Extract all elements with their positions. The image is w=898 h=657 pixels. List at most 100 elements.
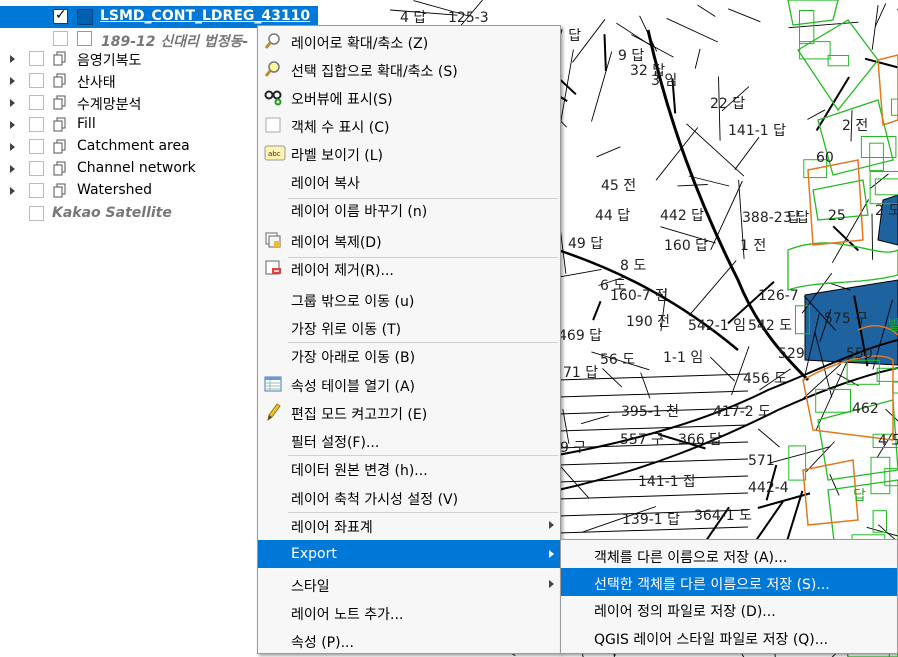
menu-item-label: 레이어 좌표계 (291, 520, 373, 536)
expand-arrow-icon[interactable] (10, 165, 15, 173)
menu-separator (288, 342, 558, 343)
expand-arrow-icon[interactable] (10, 99, 15, 107)
parcel-boundary-line (734, 136, 760, 171)
save-as-qgis-style-item[interactable]: QGIS 레이어 스타일 파일로 저장 (Q)... (561, 623, 897, 651)
map-parcel-label: 60 (816, 150, 834, 166)
parcel-boundary-line (559, 49, 574, 127)
layer-group-label: 음영기복도 (77, 53, 142, 69)
menu-item-label: 그룹 밖으로 이동 (u) (291, 294, 415, 310)
map-parcel-label: 395-1 천 (621, 404, 679, 420)
menu-item-label: 선택 집합으로 확대/축소 (S) (291, 64, 458, 80)
map-parcel-label: 557 구 (620, 432, 664, 448)
parcel-boundary-line (557, 424, 749, 432)
styles-item[interactable]: 스타일 (258, 570, 560, 598)
set-filter-item[interactable]: 필터 설정(F)... (258, 426, 560, 454)
parcel-boundary-line (666, 17, 718, 43)
layer-context-menu: 레이어로 확대/축소 (Z) 선택 집합으로 확대/축소 (S) 오버뷰에 표시(S… (257, 25, 561, 654)
map-parcel-label: 1-1 임 (663, 350, 703, 366)
map-parcel-label: 160-7 전 (610, 288, 668, 304)
layer-crs-item[interactable]: 레이어 좌표계 (258, 511, 560, 539)
open-attribute-table-item[interactable]: 속성 테이블 열기 (A) (258, 370, 560, 398)
layer-label-selected: LSMD_CONT_LDREG_43110 (100, 8, 311, 24)
map-parcel-label: 190 전 (626, 314, 670, 330)
layer-visibility-checkbox[interactable] (29, 206, 44, 221)
map-parcel-label: 442-4 (748, 480, 789, 496)
add-layer-notes-item[interactable]: 레이어 노트 추가... (258, 598, 560, 626)
zoom-to-layer-icon (264, 32, 282, 50)
map-parcel-label: 571 (748, 453, 775, 469)
show-feature-count-item[interactable]: 객체 수 표시 (C) (258, 111, 560, 139)
show-in-overview-item[interactable]: 오버뷰에 표시(S) (258, 83, 560, 111)
green-parcel-polygon (870, 456, 891, 495)
expand-arrow-icon[interactable] (10, 121, 15, 129)
copy-layer-item[interactable]: 레이어 복사 (258, 167, 560, 195)
layer-visibility-checkbox[interactable] (53, 7, 68, 24)
menu-item-label: 레이어 복제(D) (291, 235, 382, 251)
duplicate-layer-item[interactable]: 레이어 복제(D) (258, 226, 560, 254)
move-to-bottom-item[interactable]: 가장 아래로 이동 (B) (258, 341, 560, 369)
remove-layer-item[interactable]: 레이어 제거(R)... (258, 254, 560, 282)
set-scale-visibility-item[interactable]: 레이어 축척 가시성 설정 (V) (258, 483, 560, 511)
menu-item-label: Export (291, 546, 337, 562)
map-parcel-label: 71 답 (563, 365, 598, 381)
submenu-item-label: 객체를 다른 이름으로 저장 (A)... (594, 550, 788, 566)
expand-arrow-icon[interactable] (10, 77, 15, 85)
map-parcel-label: 25 (828, 208, 846, 224)
map-parcel-label: 529 (778, 346, 805, 362)
move-to-top-item[interactable]: 가장 위로 이동 (T) (258, 313, 560, 341)
map-parcel-label: 139-1 답 (622, 512, 680, 528)
submenu-item-label: 선택한 객체를 다른 이름으로 저장 (S)... (594, 577, 830, 593)
parcel-boundary-line (688, 260, 737, 316)
expand-arrow-icon[interactable] (10, 55, 15, 63)
map-parcel-label: 141-1 잡 (638, 474, 696, 490)
group-visibility-checkbox[interactable] (29, 161, 44, 176)
group-visibility-checkbox[interactable] (29, 73, 44, 88)
save-as-layer-definition-item[interactable]: 레이어 정의 파일로 저장 (D)... (561, 595, 897, 623)
menu-separator (288, 257, 558, 258)
rename-layer-item[interactable]: 레이어 이름 바꾸기 (n) (258, 195, 560, 223)
layer-group-icon (53, 95, 66, 110)
map-parcel-label: 469 답 (558, 328, 602, 344)
parcel-boundary-line (871, 5, 879, 50)
menu-item-label: 라벨 보이기 (L) (291, 148, 384, 164)
layer-group-icon (53, 183, 66, 198)
map-parcel-label: 44 답 (595, 208, 630, 224)
toggle-editing-item[interactable]: 편집 모드 켜고끄기 (E) (258, 398, 560, 426)
expand-arrow-icon[interactable] (10, 187, 15, 195)
map-parcel-label: 542 도 (748, 318, 792, 334)
expand-arrow-icon[interactable] (10, 143, 15, 151)
parcel-boundary-line (871, 213, 874, 260)
layer-label-basemap: Kakao Satellite (52, 205, 172, 221)
duplicate-layer-icon (264, 231, 282, 249)
submenu-item-label: 레이어 정의 파일로 저장 (D)... (594, 604, 776, 620)
group-visibility-checkbox[interactable] (29, 139, 44, 154)
properties-item[interactable]: 속성 (P)... (258, 626, 560, 654)
change-data-source-item[interactable]: 데이터 원본 변경 (h)... (258, 454, 560, 482)
map-parcel-label: 1 전 (740, 238, 766, 254)
group-visibility-checkbox[interactable] (29, 117, 44, 132)
attribute-table-icon (264, 375, 282, 393)
svg-text:abc: abc (268, 150, 281, 158)
group-visibility-checkbox[interactable] (29, 95, 44, 110)
parcel-boundary-line (677, 184, 708, 187)
layer-group-icon (53, 139, 66, 154)
zoom-to-selection-item[interactable]: 선택 집합으로 확대/축소 (S) (258, 55, 560, 83)
map-parcel-label: 3 임 (651, 73, 677, 89)
parcel-boundary-line (757, 428, 780, 448)
save-features-as-item[interactable]: 객체를 다른 이름으로 저장 (A)... (561, 541, 897, 569)
zoom-to-layer-item[interactable]: 레이어로 확대/축소 (Z) (258, 27, 560, 55)
export-item[interactable]: Export (258, 540, 560, 568)
show-labels-item[interactable]: abc 라벨 보이기 (L) (258, 139, 560, 167)
layer-group-icon (53, 51, 66, 66)
polygon-symbol-icon (77, 31, 92, 46)
group-visibility-checkbox[interactable] (29, 183, 44, 198)
parcel-boundary-line (864, 57, 898, 69)
group-visibility-checkbox[interactable] (29, 51, 44, 66)
move-out-of-group-item[interactable]: 그룹 밖으로 이동 (u) (258, 285, 560, 313)
save-selected-features-as-item[interactable]: 선택한 객체를 다른 이름으로 저장 (S)... (561, 568, 897, 596)
menu-item-label: 속성 테이블 열기 (A) (291, 379, 416, 395)
map-parcel-label: 8 도 (620, 258, 646, 274)
layer-visibility-checkbox[interactable] (53, 31, 68, 46)
menu-item-label: 레이어 이름 바꾸기 (n) (291, 204, 428, 220)
parcel-boundary-line (554, 268, 602, 279)
